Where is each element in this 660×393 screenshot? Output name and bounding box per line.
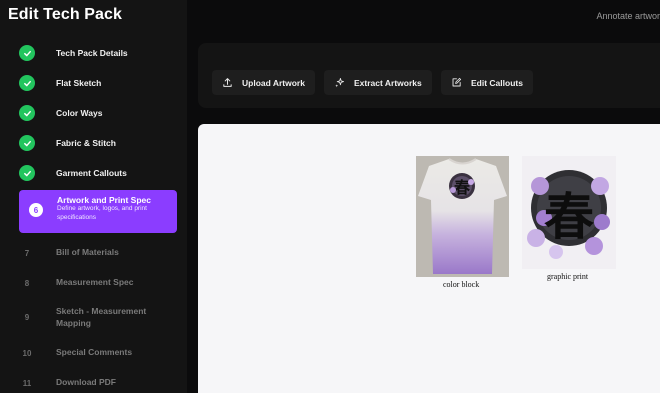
step-color-ways[interactable]: Color Ways [19,105,177,121]
step-artwork-print-spec[interactable]: 6 Artwork and Print Spec Define artwork,… [19,190,177,233]
artwork-caption: graphic print [547,272,589,281]
upload-artwork-button[interactable]: Upload Artwork [212,70,315,95]
step-label: Fabric & Stitch [56,138,116,148]
step-measurement-spec[interactable]: 8 Measurement Spec [19,275,177,291]
step-number-badge: 9 [24,312,30,322]
step-label: Tech Pack Details [56,48,128,58]
upload-icon [223,78,232,87]
edit-callouts-label: Edit Callouts [471,77,523,88]
step-label: Measurement Spec [56,277,134,287]
step-label: Flat Sketch [56,78,102,88]
step-flat-sketch[interactable]: Flat Sketch [19,75,177,91]
extract-artworks-label: Extract Artworks [354,77,422,88]
step-number-badge: 11 [22,378,32,388]
step-label: Bill of Materials [56,247,119,257]
step-sketch-measurement-mapping[interactable]: 9 Sketch - Measurement Mapping [19,305,177,329]
upload-artwork-label: Upload Artwork [242,77,305,88]
check-icon [19,165,35,181]
annotate-hint: Annotate artwor [596,11,660,21]
step-download-pdf[interactable]: 11 Download PDF [19,375,177,391]
step-label: Artwork and Print Spec [57,195,151,205]
step-number-badge: 8 [24,278,30,288]
check-icon [19,105,35,121]
step-number-badge: 6 [29,203,43,217]
step-number-badge: 10 [22,348,32,358]
step-number-badge: 7 [24,248,30,258]
top-bar: Annotate artwor [187,0,660,33]
artwork-canvas: 春 color block 春 graphic print [198,124,660,393]
step-description: Define artwork, logos, and print specifi… [57,205,147,221]
step-garment-callouts[interactable]: Garment Callouts [19,165,177,181]
step-bill-of-materials[interactable]: 7 Bill of Materials [19,245,177,261]
tshirt-image[interactable]: 春 [416,156,509,277]
check-icon [19,75,35,91]
step-label: Garment Callouts [56,168,127,178]
sparkle-icon [335,77,345,88]
sidebar-title: Edit Tech Pack [8,6,123,23]
artwork-caption: color block [443,280,480,289]
edit-icon [452,77,462,87]
svg-text:春: 春 [544,187,594,246]
extract-artworks-button[interactable]: Extract Artworks [324,70,432,95]
check-icon [19,135,35,151]
floral-graphic-image[interactable]: 春 [522,156,616,269]
step-fabric-stitch[interactable]: Fabric & Stitch [19,135,177,151]
step-label: Special Comments [56,347,133,357]
step-label: Sketch - Measurement Mapping [56,306,147,328]
artwork-toolbar: Upload Artwork Extract Artworks Edit Cal… [198,43,660,108]
step-label: Download PDF [56,377,116,387]
step-label: Color Ways [56,108,103,118]
sidebar: Edit Tech Pack Tech Pack Details Flat Sk… [0,0,187,393]
step-tech-pack-details[interactable]: Tech Pack Details [19,45,177,61]
check-icon [19,45,35,61]
edit-callouts-button[interactable]: Edit Callouts [441,70,533,95]
step-special-comments[interactable]: 10 Special Comments [19,345,177,361]
